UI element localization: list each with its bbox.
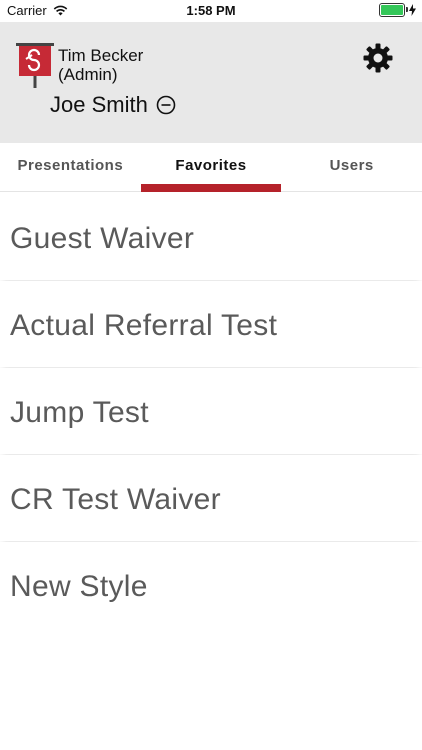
header: Tim Becker (Admin) Joe Smith — [0, 22, 422, 143]
list-item-title: Jump Test — [10, 396, 149, 429]
status-time: 1:58 PM — [186, 3, 236, 18]
charging-bolt-icon — [409, 4, 416, 16]
logo-icon — [16, 43, 54, 88]
list-item-title: Actual Referral Test — [10, 309, 278, 342]
battery-icon — [379, 3, 408, 17]
admin-name: Tim Becker — [58, 46, 144, 65]
current-user-name: Joe Smith — [50, 92, 148, 117]
tab-favorites[interactable]: Favorites — [140, 143, 282, 192]
status-bar: Carrier 1:58 PM — [0, 0, 422, 22]
minus-circle-icon[interactable] — [156, 95, 176, 115]
list-item-title: New Style — [10, 570, 148, 603]
tab-bar: Presentations Favorites Users — [0, 143, 422, 192]
list-item[interactable]: Actual Referral Test — [0, 281, 422, 367]
list-item[interactable]: Guest Waiver — [0, 194, 422, 280]
admin-role: (Admin) — [58, 65, 118, 84]
admin-name-block: Tim Becker (Admin) — [58, 46, 143, 84]
tab-users[interactable]: Users — [281, 143, 422, 191]
list-item[interactable]: New Style — [0, 542, 422, 628]
current-user-row: Joe Smith — [50, 92, 176, 118]
list-item-title: Guest Waiver — [10, 222, 195, 255]
list-item-title: CR Test Waiver — [10, 483, 221, 516]
tab-presentations[interactable]: Presentations — [0, 143, 141, 191]
favorites-list: Guest Waiver Actual Referral Test Jump T… — [0, 194, 422, 629]
gear-icon[interactable] — [362, 42, 394, 74]
list-item[interactable]: CR Test Waiver — [0, 455, 422, 541]
battery-fill — [381, 5, 403, 15]
list-item[interactable]: Jump Test — [0, 368, 422, 454]
status-right — [379, 3, 416, 17]
